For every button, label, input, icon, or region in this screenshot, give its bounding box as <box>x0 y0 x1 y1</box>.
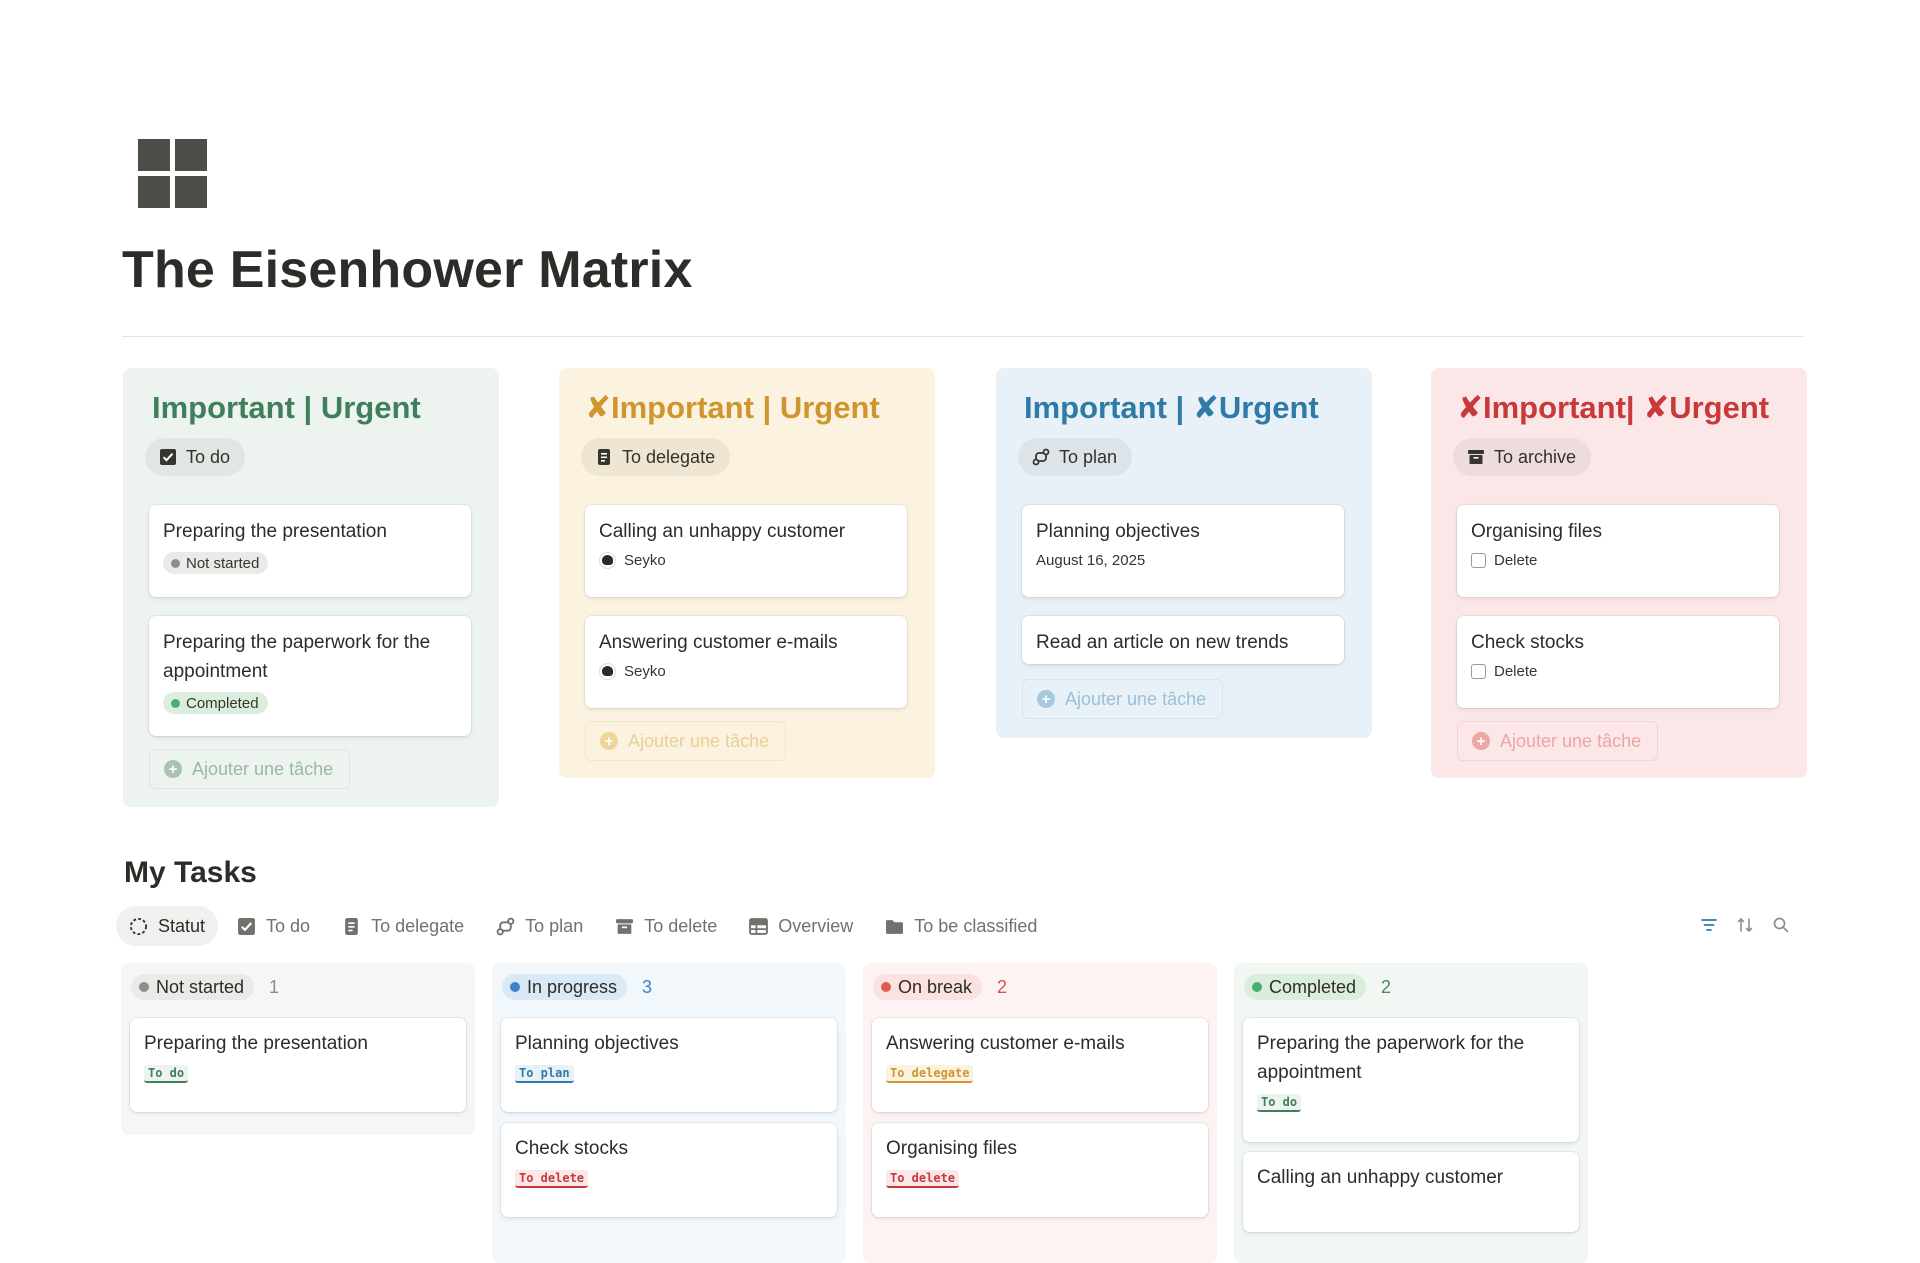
board-column-completed: Completed 2 Preparing the paperwork for … <box>1234 963 1588 1263</box>
board-card[interactable]: Planning objectives To plan <box>501 1018 837 1112</box>
quadrant-heading: Important | ✘Urgent <box>1024 390 1319 425</box>
tab-to-delegate[interactable]: To delegate <box>329 906 477 946</box>
add-task-button[interactable]: + Ajouter une tâche <box>585 721 787 761</box>
task-card[interactable]: Check stocks Delete <box>1457 616 1779 708</box>
status-badge[interactable]: Not started <box>131 974 255 1000</box>
column-count: 1 <box>269 976 280 997</box>
clipboard-icon <box>598 449 610 465</box>
task-card[interactable]: Preparing the paperwork for the appointm… <box>149 616 471 736</box>
avatar <box>599 552 616 569</box>
section-title: My Tasks <box>124 856 257 889</box>
board-column-on-break: On break 2 Answering customer e-mails To… <box>863 963 1217 1263</box>
add-task-button[interactable]: + Ajouter une tâche <box>1022 679 1224 719</box>
column-count: 3 <box>642 976 653 997</box>
board-card[interactable]: Organising files To delete <box>872 1123 1208 1217</box>
tag-to-archive[interactable]: To archive <box>1453 438 1592 476</box>
status-badge: Not started <box>163 552 269 574</box>
quadrant-tag: To do <box>144 1065 189 1083</box>
tag-to-do[interactable]: To do <box>145 438 246 476</box>
column-count: 2 <box>997 976 1008 997</box>
archive-icon <box>616 918 634 934</box>
quadrant-archive: ✘Important| ✘Urgent To archive Organisin… <box>1431 368 1807 778</box>
quadrant-heading: Important | Urgent <box>152 390 421 425</box>
task-card[interactable]: Calling an unhappy customer Seyko <box>585 505 907 597</box>
plus-circle-icon: + <box>600 732 618 750</box>
board-column-not-started: Not started 1 Preparing the presentation… <box>121 963 475 1135</box>
route-icon <box>1032 448 1050 466</box>
search-icon[interactable] <box>1772 916 1790 934</box>
tab-overview[interactable]: Overview <box>736 906 866 946</box>
quadrant-tag: To delete <box>886 1170 960 1188</box>
tab-statut[interactable]: Statut <box>116 906 219 946</box>
view-tabs: Statut To do To delegate To plan To dele… <box>116 906 1050 946</box>
checkbox-icon <box>160 449 176 465</box>
assignee: Seyko <box>624 552 666 569</box>
plus-circle-icon: + <box>164 760 182 778</box>
loading-circle-icon <box>129 917 148 935</box>
quadrant-tag: To delegate <box>886 1065 974 1083</box>
status-badge: Completed <box>163 692 268 714</box>
checkbox-icon <box>238 917 255 935</box>
quadrant-delegate: ✘Important | Urgent To delegate Calling … <box>559 368 935 778</box>
quadrant-do: Important | Urgent To do Preparing the p… <box>123 368 499 807</box>
filter-icon[interactable] <box>1700 916 1718 934</box>
add-task-button[interactable]: + Ajouter une tâche <box>1457 721 1659 761</box>
page-title: The Eisenhower Matrix <box>122 241 693 299</box>
tab-to-delete[interactable]: To delete <box>602 906 730 946</box>
quadrant-tag: To do <box>1257 1094 1302 1112</box>
cross-mark-icon: ✘ <box>585 390 611 425</box>
board-card[interactable]: Check stocks To delete <box>501 1123 837 1217</box>
board-card[interactable]: Answering customer e-mails To delegate <box>872 1018 1208 1112</box>
cross-mark-icon: ✘ <box>1457 390 1483 425</box>
board-card[interactable]: Preparing the paperwork for the appointm… <box>1243 1018 1579 1142</box>
avatar <box>599 663 616 680</box>
task-card[interactable]: Preparing the presentation Not started <box>149 505 471 597</box>
status-badge[interactable]: On break <box>873 974 983 1000</box>
task-card[interactable]: Answering customer e-mails Seyko <box>585 616 907 708</box>
cross-mark-icon: ✘ <box>1192 390 1219 425</box>
archive-icon <box>1468 450 1484 464</box>
tag-to-plan[interactable]: To plan <box>1018 438 1133 476</box>
delete-checkbox[interactable] <box>1471 553 1486 568</box>
clipboard-icon <box>345 917 358 935</box>
quadrant-tag: To delete <box>515 1170 589 1188</box>
tab-to-be-classified[interactable]: To be classified <box>872 906 1050 946</box>
board-card[interactable]: Calling an unhappy customer <box>1243 1152 1579 1232</box>
assignee: Seyko <box>624 663 666 680</box>
folder-icon <box>886 919 904 934</box>
task-card[interactable]: Read an article on new trends <box>1022 616 1344 664</box>
board-card[interactable]: Preparing the presentation To do <box>130 1018 466 1112</box>
quadrant-plan: Important | ✘Urgent To plan Planning obj… <box>996 368 1372 738</box>
due-date: August 16, 2025 <box>1036 552 1146 569</box>
add-task-button[interactable]: + Ajouter une tâche <box>149 749 351 789</box>
tab-to-plan[interactable]: To plan <box>483 906 596 946</box>
delete-checkbox[interactable] <box>1471 664 1486 679</box>
tag-to-delegate[interactable]: To delegate <box>581 438 731 476</box>
route-icon <box>496 917 515 935</box>
task-card[interactable]: Planning objectives August 16, 2025 <box>1022 505 1344 597</box>
status-badge[interactable]: In progress <box>502 974 628 1000</box>
sort-icon[interactable] <box>1736 916 1754 934</box>
task-card[interactable]: Organising files Delete <box>1457 505 1779 597</box>
cross-mark-icon: ✘ <box>1643 390 1670 425</box>
plus-circle-icon: + <box>1472 732 1490 750</box>
quadrant-heading: ✘Important | Urgent <box>585 390 880 425</box>
status-badge[interactable]: Completed <box>1244 974 1367 1000</box>
table-icon <box>749 917 769 935</box>
tab-to-do[interactable]: To do <box>224 906 323 946</box>
column-count: 2 <box>1381 976 1392 997</box>
divider <box>122 336 1804 337</box>
quadrant-heading: ✘Important| ✘Urgent <box>1457 390 1770 425</box>
board-column-in-progress: In progress 3 Planning objectives To pla… <box>492 963 846 1263</box>
plus-circle-icon: + <box>1037 690 1055 708</box>
view-toolbar <box>1700 916 1790 934</box>
quadrant-tag: To plan <box>515 1065 574 1083</box>
grid-icon[interactable] <box>138 139 208 209</box>
